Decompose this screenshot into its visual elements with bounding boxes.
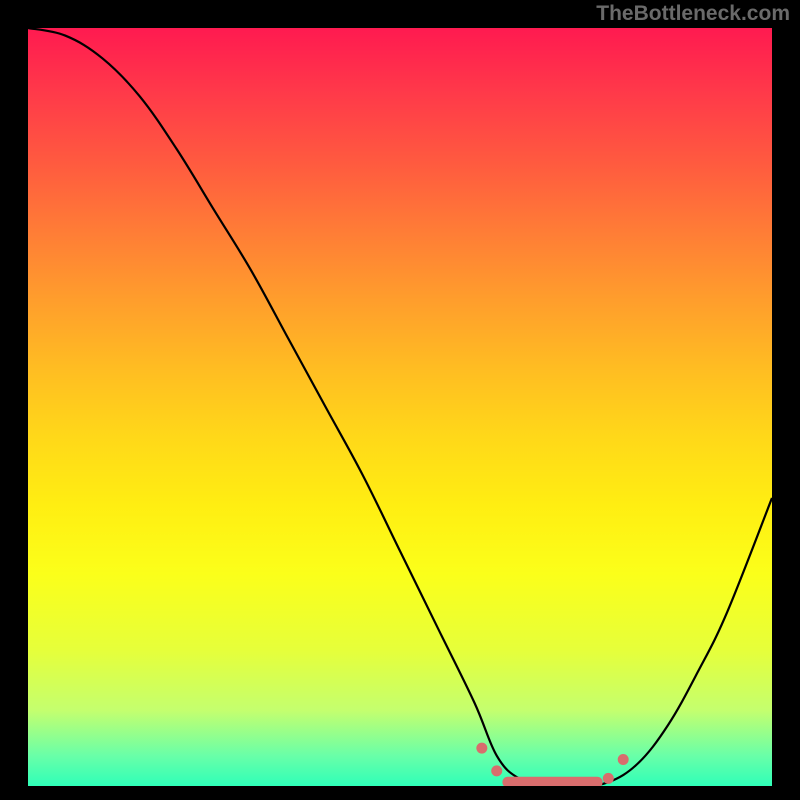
gradient-plot-area — [28, 28, 772, 786]
chart-frame: TheBottleneck.com — [0, 0, 800, 800]
brand-watermark: TheBottleneck.com — [596, 2, 790, 26]
